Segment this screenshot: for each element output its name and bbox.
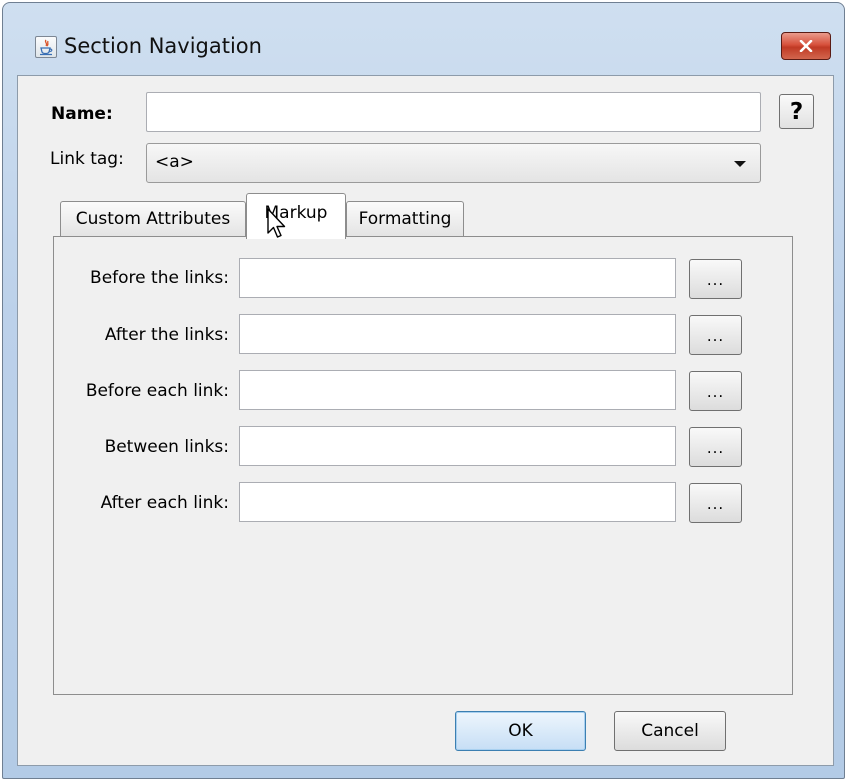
link-tag-select[interactable]: <a> <box>146 143 761 183</box>
link-tag-value: <a> <box>155 152 194 172</box>
tab-formatting[interactable]: Formatting <box>346 201 464 237</box>
title-bar[interactable]: Section Navigation <box>3 3 844 75</box>
after-links-input[interactable] <box>239 314 676 354</box>
chevron-down-icon[interactable] <box>734 161 746 167</box>
markup-tab-panel: Before the links: ... After the links: .… <box>53 236 793 695</box>
between-links-label: Between links: <box>104 437 229 457</box>
after-each-link-label: After each link: <box>100 493 229 513</box>
name-input[interactable] <box>146 92 761 132</box>
after-each-link-browse-button[interactable]: ... <box>689 483 742 523</box>
before-each-link-input[interactable] <box>239 370 676 410</box>
before-links-label: Before the links: <box>90 268 229 288</box>
tab-markup[interactable]: Markup <box>246 193 346 239</box>
window-title: Section Navigation <box>64 34 262 58</box>
between-links-input[interactable] <box>239 426 676 466</box>
dialog-content: Name: ? Link tag: <a> Custom Attributes … <box>17 75 834 766</box>
before-links-browse-button[interactable]: ... <box>689 259 742 299</box>
between-links-browse-button[interactable]: ... <box>689 427 742 467</box>
before-each-link-browse-button[interactable]: ... <box>689 371 742 411</box>
dialog-window: Section Navigation Name: ? Link tag: <a>… <box>2 2 845 779</box>
after-links-label: After the links: <box>104 325 229 345</box>
after-links-browse-button[interactable]: ... <box>689 315 742 355</box>
before-links-input[interactable] <box>239 258 676 298</box>
java-cup-icon <box>35 36 57 58</box>
cancel-button[interactable]: Cancel <box>614 711 726 751</box>
name-label: Name: <box>51 104 113 124</box>
after-each-link-input[interactable] <box>239 482 676 522</box>
before-each-link-label: Before each link: <box>85 381 229 401</box>
close-button[interactable] <box>781 32 831 60</box>
link-tag-label: Link tag: <box>50 149 124 169</box>
mouse-pointer-icon <box>267 208 286 238</box>
ok-button[interactable]: OK <box>455 711 586 751</box>
tab-custom-attributes[interactable]: Custom Attributes <box>60 201 246 237</box>
help-button[interactable]: ? <box>779 94 814 129</box>
close-icon <box>799 40 813 52</box>
